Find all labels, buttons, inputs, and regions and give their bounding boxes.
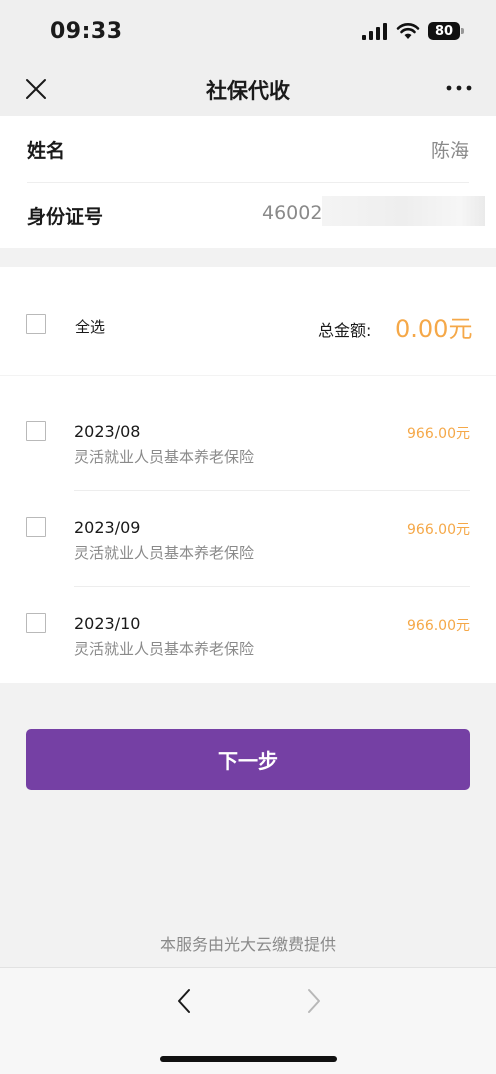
service-provider-note: 本服务由光大云缴费提供 — [159, 935, 336, 954]
back-arrow-icon[interactable] — [172, 986, 196, 1016]
battery-level: 80 — [434, 23, 454, 39]
more-options-icon[interactable] — [446, 78, 472, 98]
id-value: 46002 — [262, 202, 323, 224]
item-amount: 966.00元 — [407, 618, 470, 634]
home-indicator[interactable] — [160, 1056, 337, 1062]
item-date: 2023/09 — [74, 518, 141, 537]
item-date: 2023/08 — [74, 422, 141, 441]
nav-bar: 社保代收 — [0, 64, 496, 116]
browser-toolbar — [0, 967, 496, 1074]
id-redaction-mask — [322, 196, 485, 226]
divider — [0, 375, 496, 376]
total-amount-value: 0.00元 — [395, 315, 473, 343]
page-title: 社保代收 — [206, 79, 290, 103]
wifi-icon — [396, 23, 420, 39]
item-description: 灵活就业人员基本养老保险 — [74, 544, 255, 562]
payment-item[interactable]: 2023/09 灵活就业人员基本养老保险 966.00元 — [0, 491, 496, 587]
item-checkbox[interactable] — [26, 613, 46, 633]
name-label: 姓名 — [27, 139, 66, 162]
total-amount-label: 总金额: — [318, 321, 372, 340]
item-date: 2023/10 — [74, 614, 141, 633]
item-amount: 966.00元 — [407, 522, 470, 538]
status-icons: 80 — [362, 22, 464, 40]
personal-info-card: 姓名 陈海 身份证号 46002 — [0, 116, 496, 248]
name-value: 陈海 — [430, 139, 469, 162]
forward-arrow-icon[interactable] — [302, 986, 326, 1016]
payment-item[interactable]: 2023/10 灵活就业人员基本养老保险 966.00元 — [0, 587, 496, 683]
select-all-label: 全选 — [75, 318, 106, 336]
item-amount: 966.00元 — [407, 426, 470, 442]
next-step-button[interactable]: 下一步 — [26, 729, 470, 790]
payment-selection-card: 全选 总金额: 0.00元 2023/08 灵活就业人员基本养老保险 966.0… — [0, 267, 496, 683]
payment-item[interactable]: 2023/08 灵活就业人员基本养老保险 966.00元 — [0, 395, 496, 491]
item-checkbox[interactable] — [26, 421, 46, 441]
status-time: 09:33 — [50, 19, 123, 44]
item-checkbox[interactable] — [26, 517, 46, 537]
select-all-checkbox[interactable] — [26, 314, 46, 334]
cellular-signal-icon — [362, 23, 387, 40]
item-description: 灵活就业人员基本养老保险 — [74, 640, 255, 658]
item-description: 灵活就业人员基本养老保险 — [74, 448, 255, 466]
id-label: 身份证号 — [27, 205, 104, 228]
name-row: 姓名 陈海 — [27, 116, 469, 183]
status-bar: 09:33 80 — [0, 0, 496, 64]
battery-icon: 80 — [428, 22, 464, 40]
